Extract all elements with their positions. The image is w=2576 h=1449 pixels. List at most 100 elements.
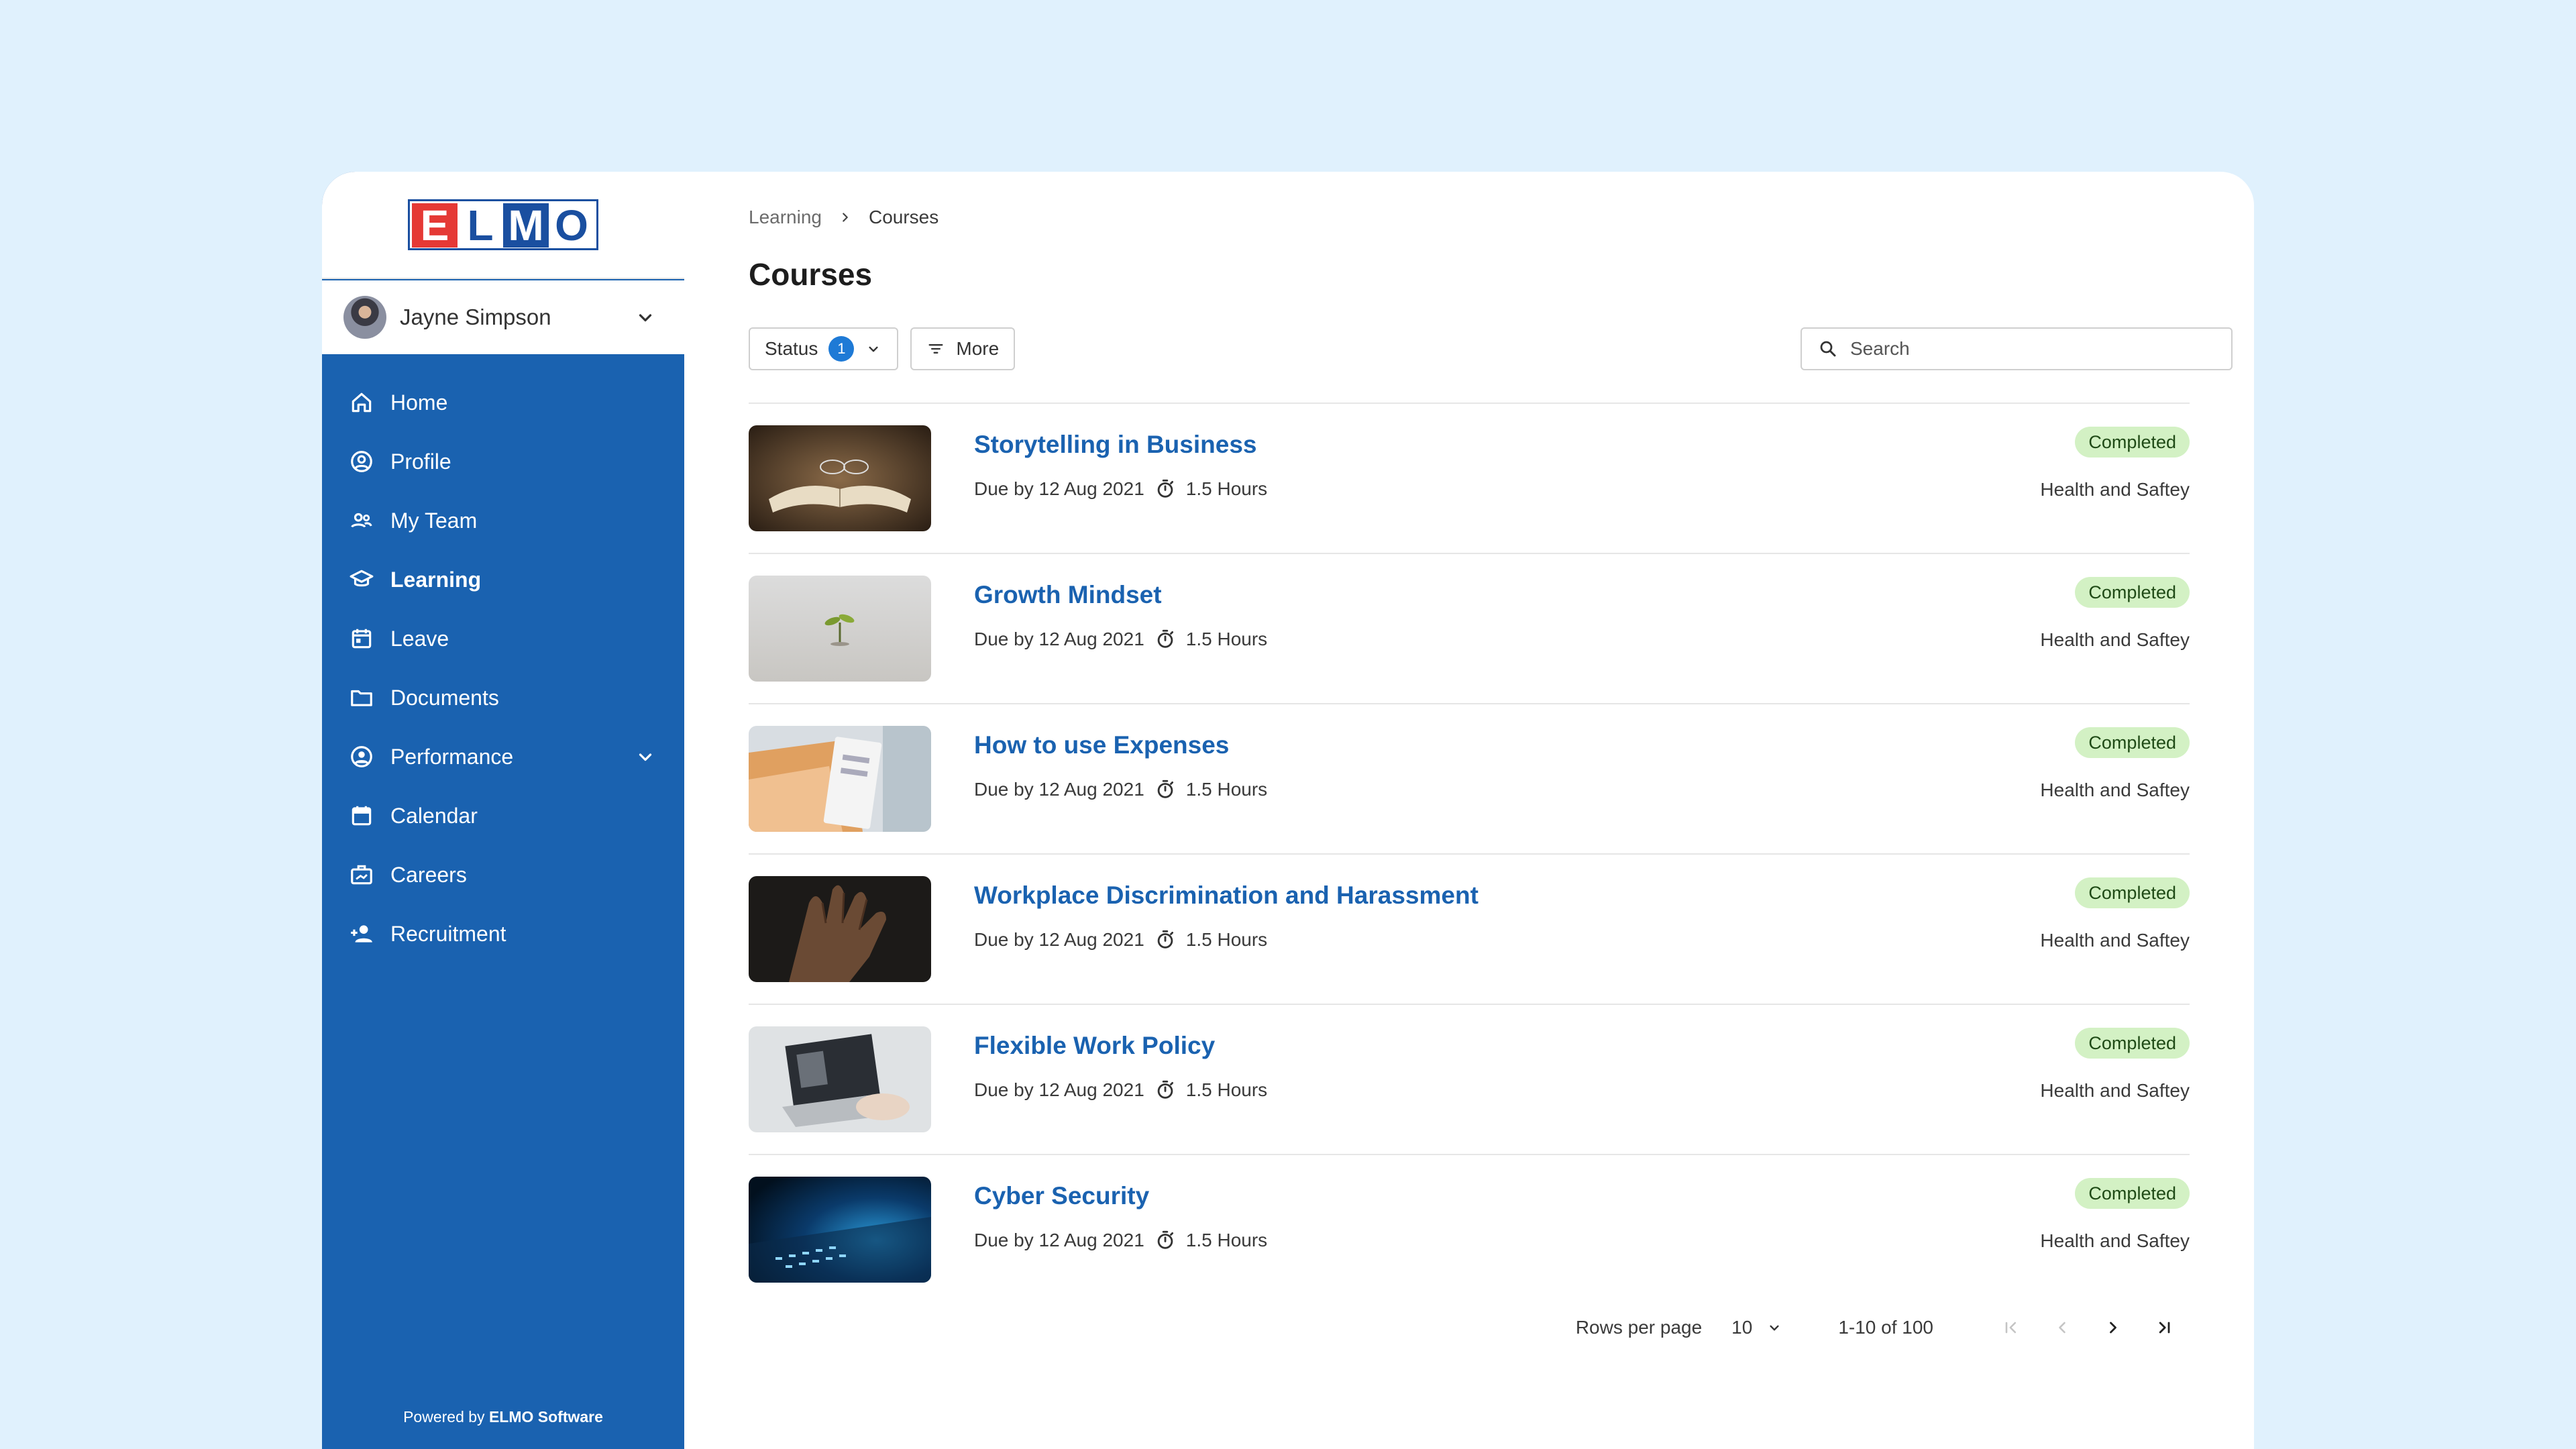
course-row[interactable]: Growth Mindset Due by 12 Aug 2021 1.5 Ho…	[749, 553, 2190, 703]
sidebar-item-learning[interactable]: Learning	[322, 550, 684, 609]
status-badge: Completed	[2075, 877, 2190, 908]
course-duration: 1.5 Hours	[1185, 1230, 1268, 1250]
search-input[interactable]	[1850, 338, 2215, 360]
stopwatch-icon	[1157, 1230, 1173, 1249]
course-meta: Due by 12 Aug 2021 1.5 Hours	[974, 1079, 1267, 1102]
pagination: Rows per page 10 1-10 of 100	[1576, 1311, 2190, 1344]
more-filters-label: More	[956, 338, 1000, 359]
course-title[interactable]: Flexible Work Policy	[974, 1032, 1215, 1060]
sidebar: E L M O Jayne Simpson Home Profile My Te…	[322, 172, 684, 1449]
elmo-logo[interactable]: E L M O	[408, 199, 598, 250]
status-filter-button[interactable]: Status 1	[749, 327, 899, 370]
course-meta: Due by 12 Aug 2021 1.5 Hours	[974, 928, 1267, 951]
stopwatch-icon	[1157, 780, 1173, 798]
graduation-cap-icon	[350, 570, 374, 587]
chevron-down-icon	[639, 314, 652, 322]
course-title[interactable]: Growth Mindset	[974, 581, 1162, 609]
performance-icon	[351, 746, 372, 767]
sidebar-item-profile[interactable]: Profile	[322, 432, 684, 491]
course-title[interactable]: Workplace Discrimination and Harassment	[974, 881, 1479, 910]
course-duration: 1.5 Hours	[1185, 629, 1268, 649]
search-box[interactable]	[1801, 327, 2233, 370]
rows-per-page-value: 10	[1731, 1317, 1753, 1338]
course-thumbnail[interactable]	[749, 1026, 931, 1132]
course-meta: Due by 12 Aug 2021 1.5 Hours	[974, 1229, 1267, 1252]
course-due-date: Due by 12 Aug 2021	[974, 629, 1144, 649]
filter-count-badge: 1	[828, 336, 855, 362]
course-title[interactable]: Cyber Security	[974, 1182, 1149, 1210]
course-thumbnail[interactable]	[749, 576, 931, 682]
logo-area: E L M O	[322, 172, 684, 279]
course-category: Health and Saftey	[2040, 1230, 2190, 1251]
course-meta: Due by 12 Aug 2021 1.5 Hours	[974, 478, 1267, 500]
user-menu[interactable]: Jayne Simpson	[322, 280, 684, 354]
course-duration: 1.5 Hours	[1185, 929, 1268, 950]
chevron-right-icon	[843, 213, 848, 222]
course-list: Storytelling in Business Due by 12 Aug 2…	[749, 402, 2190, 1304]
sidebar-item-label: Recruitment	[390, 921, 506, 946]
sidebar-item-careers[interactable]: Careers	[322, 845, 684, 904]
more-filters-button[interactable]: More	[910, 327, 1016, 370]
course-thumbnail[interactable]	[749, 425, 931, 531]
course-thumbnail[interactable]	[749, 726, 931, 832]
course-due-date: Due by 12 Aug 2021	[974, 1230, 1144, 1250]
course-meta: Due by 12 Aug 2021 1.5 Hours	[974, 778, 1267, 801]
status-badge: Completed	[2075, 427, 2190, 458]
course-due-date: Due by 12 Aug 2021	[974, 779, 1144, 800]
previous-page-button[interactable]	[2037, 1311, 2088, 1344]
sidebar-item-documents[interactable]: Documents	[322, 668, 684, 727]
powered-by-label: Powered by	[403, 1408, 485, 1426]
profile-icon	[351, 451, 372, 472]
course-category: Health and Saftey	[2040, 629, 2190, 650]
rows-per-page-label: Rows per page	[1575, 1317, 1703, 1338]
next-page-button[interactable]	[2088, 1311, 2139, 1344]
home-icon	[352, 392, 372, 413]
search-icon	[1820, 341, 1836, 357]
course-row[interactable]: Storytelling in Business Due by 12 Aug 2…	[749, 402, 2190, 553]
chevron-right-icon	[2110, 1322, 2116, 1334]
course-row[interactable]: Cyber Security Due by 12 Aug 2021 1.5 Ho…	[749, 1154, 2190, 1304]
sidebar-item-recruitment[interactable]: Recruitment	[322, 904, 684, 963]
course-duration: 1.5 Hours	[1185, 1079, 1268, 1100]
breadcrumb-current: Courses	[868, 207, 939, 227]
stopwatch-icon	[1157, 930, 1173, 949]
calendar-icon	[352, 806, 372, 826]
team-icon	[351, 513, 372, 528]
status-badge: Completed	[2075, 1028, 2190, 1059]
last-page-button[interactable]	[2139, 1311, 2190, 1344]
course-category: Health and Saftey	[2040, 930, 2190, 951]
sidebar-item-home[interactable]: Home	[322, 373, 684, 432]
main-content: Learning Courses Courses Status 1 More S…	[684, 172, 2254, 1449]
course-category: Health and Saftey	[2040, 479, 2190, 500]
breadcrumb: Learning Courses	[749, 207, 938, 228]
status-filter-label: Status	[765, 338, 818, 359]
rows-per-page-select[interactable]: 10	[1731, 1317, 1783, 1338]
course-row[interactable]: How to use Expenses Due by 12 Aug 2021 1…	[749, 703, 2190, 853]
course-due-date: Due by 12 Aug 2021	[974, 929, 1144, 950]
company-name: ELMO Software	[488, 1408, 603, 1426]
course-thumbnail[interactable]	[749, 1177, 931, 1283]
course-duration: 1.5 Hours	[1185, 478, 1268, 499]
page-title: Courses	[749, 257, 873, 292]
status-badge: Completed	[2075, 577, 2190, 608]
sidebar-item-leave[interactable]: Leave	[322, 609, 684, 668]
course-thumbnail[interactable]	[749, 876, 931, 982]
first-page-button[interactable]	[1986, 1311, 2037, 1344]
chevron-down-icon	[639, 753, 652, 761]
sidebar-item-my-team[interactable]: My Team	[322, 491, 684, 550]
sidebar-nav: Home Profile My Team Learning Leave Docu…	[322, 373, 684, 963]
sidebar-item-calendar[interactable]: Calendar	[322, 786, 684, 845]
sidebar-item-label: Learning	[390, 567, 482, 592]
course-title[interactable]: How to use Expenses	[974, 731, 1229, 759]
app-window: E L M O Jayne Simpson Home Profile My Te…	[322, 172, 2254, 1449]
breadcrumb-parent[interactable]: Learning	[749, 207, 822, 228]
last-page-icon	[2159, 1322, 2170, 1334]
sidebar-item-label: My Team	[390, 508, 478, 533]
course-title[interactable]: Storytelling in Business	[974, 431, 1256, 459]
stopwatch-icon	[1157, 629, 1173, 648]
course-row[interactable]: Workplace Discrimination and Harassment …	[749, 853, 2190, 1004]
folder-icon	[351, 690, 372, 706]
sidebar-item-performance[interactable]: Performance	[322, 727, 684, 786]
course-row[interactable]: Flexible Work Policy Due by 12 Aug 2021 …	[749, 1004, 2190, 1154]
stopwatch-icon	[1157, 479, 1173, 498]
